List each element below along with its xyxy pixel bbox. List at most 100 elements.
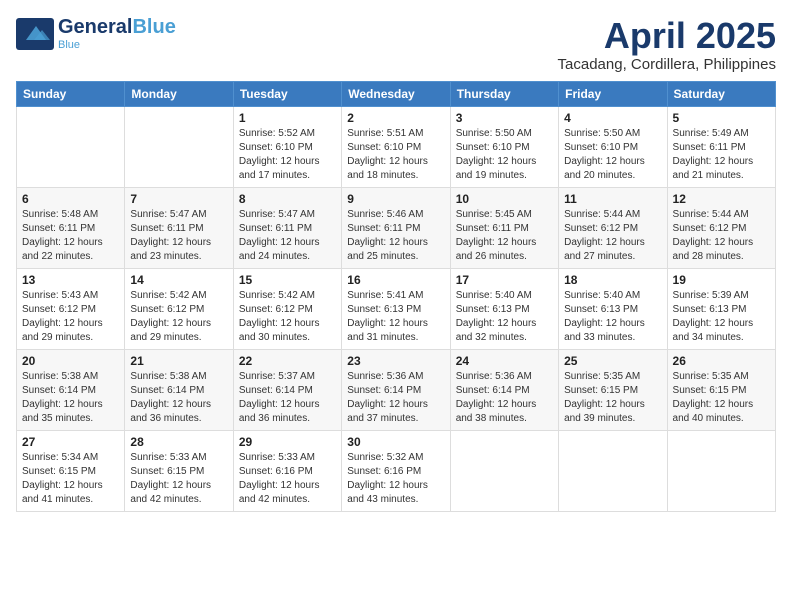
day-number: 3 bbox=[456, 111, 553, 125]
cell-info: Sunrise: 5:40 AMSunset: 6:13 PMDaylight:… bbox=[456, 289, 553, 345]
cell-info: Sunrise: 5:38 AMSunset: 6:14 PMDaylight:… bbox=[130, 370, 227, 426]
day-number: 24 bbox=[456, 354, 553, 368]
calendar-cell: 4 Sunrise: 5:50 AMSunset: 6:10 PMDaylight… bbox=[559, 106, 667, 187]
calendar-cell: 28Sunrise: 5:33 AMSunset: 6:15 PMDayligh… bbox=[125, 430, 233, 511]
calendar-week-4: 20Sunrise: 5:38 AMSunset: 6:14 PMDayligh… bbox=[17, 349, 776, 430]
day-number: 18 bbox=[564, 273, 661, 287]
day-number: 21 bbox=[130, 354, 227, 368]
calendar-cell: 3 Sunrise: 5:50 AMSunset: 6:10 PMDaylight… bbox=[450, 106, 558, 187]
day-number: 8 bbox=[239, 192, 336, 206]
cell-info: Sunrise: 5:50 AMSunset: 6:10 PMDaylight:… bbox=[564, 127, 661, 183]
cell-info: Sunrise: 5:43 AMSunset: 6:12 PMDaylight:… bbox=[22, 289, 119, 345]
calendar-cell: 20Sunrise: 5:38 AMSunset: 6:14 PMDayligh… bbox=[17, 349, 125, 430]
cell-info: Sunrise: 5:52 AMSunset: 6:10 PMDaylight:… bbox=[239, 127, 336, 183]
day-number: 26 bbox=[673, 354, 770, 368]
calendar-cell: 27 Sunrise: 5:34 AMSunset: 6:15 PMDayligh… bbox=[17, 430, 125, 511]
weekday-header-saturday: Saturday bbox=[667, 81, 775, 106]
cell-info: Sunrise: 5:35 AMSunset: 6:15 PMDaylight:… bbox=[673, 370, 770, 426]
day-number: 27 bbox=[22, 435, 119, 449]
calendar-cell: 16 Sunrise: 5:41 AMSunset: 6:13 PMDayligh… bbox=[342, 268, 450, 349]
calendar-table: SundayMondayTuesdayWednesdayThursdayFrid… bbox=[16, 81, 776, 512]
cell-info: Sunrise: 5:50 AMSunset: 6:10 PMDaylight:… bbox=[456, 127, 553, 183]
calendar-week-2: 6 Sunrise: 5:48 AMSunset: 6:11 PMDaylight… bbox=[17, 187, 776, 268]
page-subtitle: Tacadang, Cordillera, Philippines bbox=[558, 56, 776, 73]
calendar-header-row: SundayMondayTuesdayWednesdayThursdayFrid… bbox=[17, 81, 776, 106]
cell-info: Sunrise: 5:32 AMSunset: 6:16 PMDaylight:… bbox=[347, 451, 444, 507]
calendar-cell: 21 Sunrise: 5:38 AMSunset: 6:14 PMDayligh… bbox=[125, 349, 233, 430]
cell-info: Sunrise: 5:38 AMSunset: 6:14 PMDaylight:… bbox=[22, 370, 119, 426]
cell-info: Sunrise: 5:33 AMSunset: 6:16 PMDaylight:… bbox=[239, 451, 336, 507]
calendar-cell: 22Sunrise: 5:37 AMSunset: 6:14 PMDayligh… bbox=[233, 349, 341, 430]
calendar-cell: 14 Sunrise: 5:42 AMSunset: 6:12 PMDayligh… bbox=[125, 268, 233, 349]
cell-info: Sunrise: 5:37 AMSunset: 6:14 PMDaylight:… bbox=[239, 370, 336, 426]
cell-info: Sunrise: 5:47 AMSunset: 6:11 PMDaylight:… bbox=[239, 208, 336, 264]
page-title: April 2025 bbox=[558, 16, 776, 56]
cell-info: Sunrise: 5:49 AMSunset: 6:11 PMDaylight:… bbox=[673, 127, 770, 183]
cell-info: Sunrise: 5:45 AMSunset: 6:11 PMDaylight:… bbox=[456, 208, 553, 264]
day-number: 12 bbox=[673, 192, 770, 206]
day-number: 17 bbox=[456, 273, 553, 287]
weekday-header-tuesday: Tuesday bbox=[233, 81, 341, 106]
day-number: 19 bbox=[673, 273, 770, 287]
calendar-cell: 10 Sunrise: 5:45 AMSunset: 6:11 PMDayligh… bbox=[450, 187, 558, 268]
day-number: 7 bbox=[130, 192, 227, 206]
weekday-header-thursday: Thursday bbox=[450, 81, 558, 106]
day-number: 2 bbox=[347, 111, 444, 125]
day-number: 23 bbox=[347, 354, 444, 368]
cell-info: Sunrise: 5:48 AMSunset: 6:11 PMDaylight:… bbox=[22, 208, 119, 264]
calendar-cell: 2 Sunrise: 5:51 AMSunset: 6:10 PMDaylight… bbox=[342, 106, 450, 187]
calendar-week-5: 27 Sunrise: 5:34 AMSunset: 6:15 PMDayligh… bbox=[17, 430, 776, 511]
calendar-cell: 12Sunrise: 5:44 AMSunset: 6:12 PMDayligh… bbox=[667, 187, 775, 268]
weekday-header-wednesday: Wednesday bbox=[342, 81, 450, 106]
calendar-cell: 1 Sunrise: 5:52 AMSunset: 6:10 PMDaylight… bbox=[233, 106, 341, 187]
day-number: 15 bbox=[239, 273, 336, 287]
logo: GeneralBlue Blue bbox=[16, 16, 176, 51]
day-number: 4 bbox=[564, 111, 661, 125]
calendar-cell: 5 Sunrise: 5:49 AMSunset: 6:11 PMDaylight… bbox=[667, 106, 775, 187]
day-number: 13 bbox=[22, 273, 119, 287]
cell-info: Sunrise: 5:42 AMSunset: 6:12 PMDaylight:… bbox=[130, 289, 227, 345]
logo-text: GeneralBlue bbox=[58, 16, 176, 38]
cell-info: Sunrise: 5:33 AMSunset: 6:15 PMDaylight:… bbox=[130, 451, 227, 507]
calendar-cell: 7 Sunrise: 5:47 AMSunset: 6:11 PMDaylight… bbox=[125, 187, 233, 268]
calendar-cell: 19 Sunrise: 5:39 AMSunset: 6:13 PMDayligh… bbox=[667, 268, 775, 349]
calendar-week-3: 13 Sunrise: 5:43 AMSunset: 6:12 PMDayligh… bbox=[17, 268, 776, 349]
day-number: 1 bbox=[239, 111, 336, 125]
calendar-cell: 30Sunrise: 5:32 AMSunset: 6:16 PMDayligh… bbox=[342, 430, 450, 511]
cell-info: Sunrise: 5:36 AMSunset: 6:14 PMDaylight:… bbox=[456, 370, 553, 426]
cell-info: Sunrise: 5:47 AMSunset: 6:11 PMDaylight:… bbox=[130, 208, 227, 264]
day-number: 25 bbox=[564, 354, 661, 368]
calendar-cell: 15Sunrise: 5:42 AMSunset: 6:12 PMDayligh… bbox=[233, 268, 341, 349]
cell-info: Sunrise: 5:40 AMSunset: 6:13 PMDaylight:… bbox=[564, 289, 661, 345]
day-number: 10 bbox=[456, 192, 553, 206]
day-number: 29 bbox=[239, 435, 336, 449]
weekday-header-sunday: Sunday bbox=[17, 81, 125, 106]
logo-icon bbox=[16, 18, 54, 50]
day-number: 9 bbox=[347, 192, 444, 206]
cell-info: Sunrise: 5:35 AMSunset: 6:15 PMDaylight:… bbox=[564, 370, 661, 426]
cell-info: Sunrise: 5:41 AMSunset: 6:13 PMDaylight:… bbox=[347, 289, 444, 345]
day-number: 16 bbox=[347, 273, 444, 287]
day-number: 5 bbox=[673, 111, 770, 125]
weekday-header-friday: Friday bbox=[559, 81, 667, 106]
day-number: 14 bbox=[130, 273, 227, 287]
cell-info: Sunrise: 5:46 AMSunset: 6:11 PMDaylight:… bbox=[347, 208, 444, 264]
calendar-cell bbox=[17, 106, 125, 187]
page-header: GeneralBlue Blue April 2025 Tacadang, Co… bbox=[16, 16, 776, 73]
title-block: April 2025 Tacadang, Cordillera, Philipp… bbox=[558, 16, 776, 73]
cell-info: Sunrise: 5:34 AMSunset: 6:15 PMDaylight:… bbox=[22, 451, 119, 507]
calendar-cell: 6 Sunrise: 5:48 AMSunset: 6:11 PMDaylight… bbox=[17, 187, 125, 268]
calendar-cell: 11Sunrise: 5:44 AMSunset: 6:12 PMDayligh… bbox=[559, 187, 667, 268]
day-number: 11 bbox=[564, 192, 661, 206]
calendar-cell: 25 Sunrise: 5:35 AMSunset: 6:15 PMDayligh… bbox=[559, 349, 667, 430]
cell-info: Sunrise: 5:39 AMSunset: 6:13 PMDaylight:… bbox=[673, 289, 770, 345]
calendar-cell: 26 Sunrise: 5:35 AMSunset: 6:15 PMDayligh… bbox=[667, 349, 775, 430]
day-number: 6 bbox=[22, 192, 119, 206]
calendar-cell: 24 Sunrise: 5:36 AMSunset: 6:14 PMDayligh… bbox=[450, 349, 558, 430]
calendar-cell bbox=[125, 106, 233, 187]
cell-info: Sunrise: 5:51 AMSunset: 6:10 PMDaylight:… bbox=[347, 127, 444, 183]
logo-tagline: Blue bbox=[58, 39, 176, 51]
calendar-cell: 23Sunrise: 5:36 AMSunset: 6:14 PMDayligh… bbox=[342, 349, 450, 430]
calendar-cell bbox=[667, 430, 775, 511]
calendar-week-1: 1 Sunrise: 5:52 AMSunset: 6:10 PMDaylight… bbox=[17, 106, 776, 187]
